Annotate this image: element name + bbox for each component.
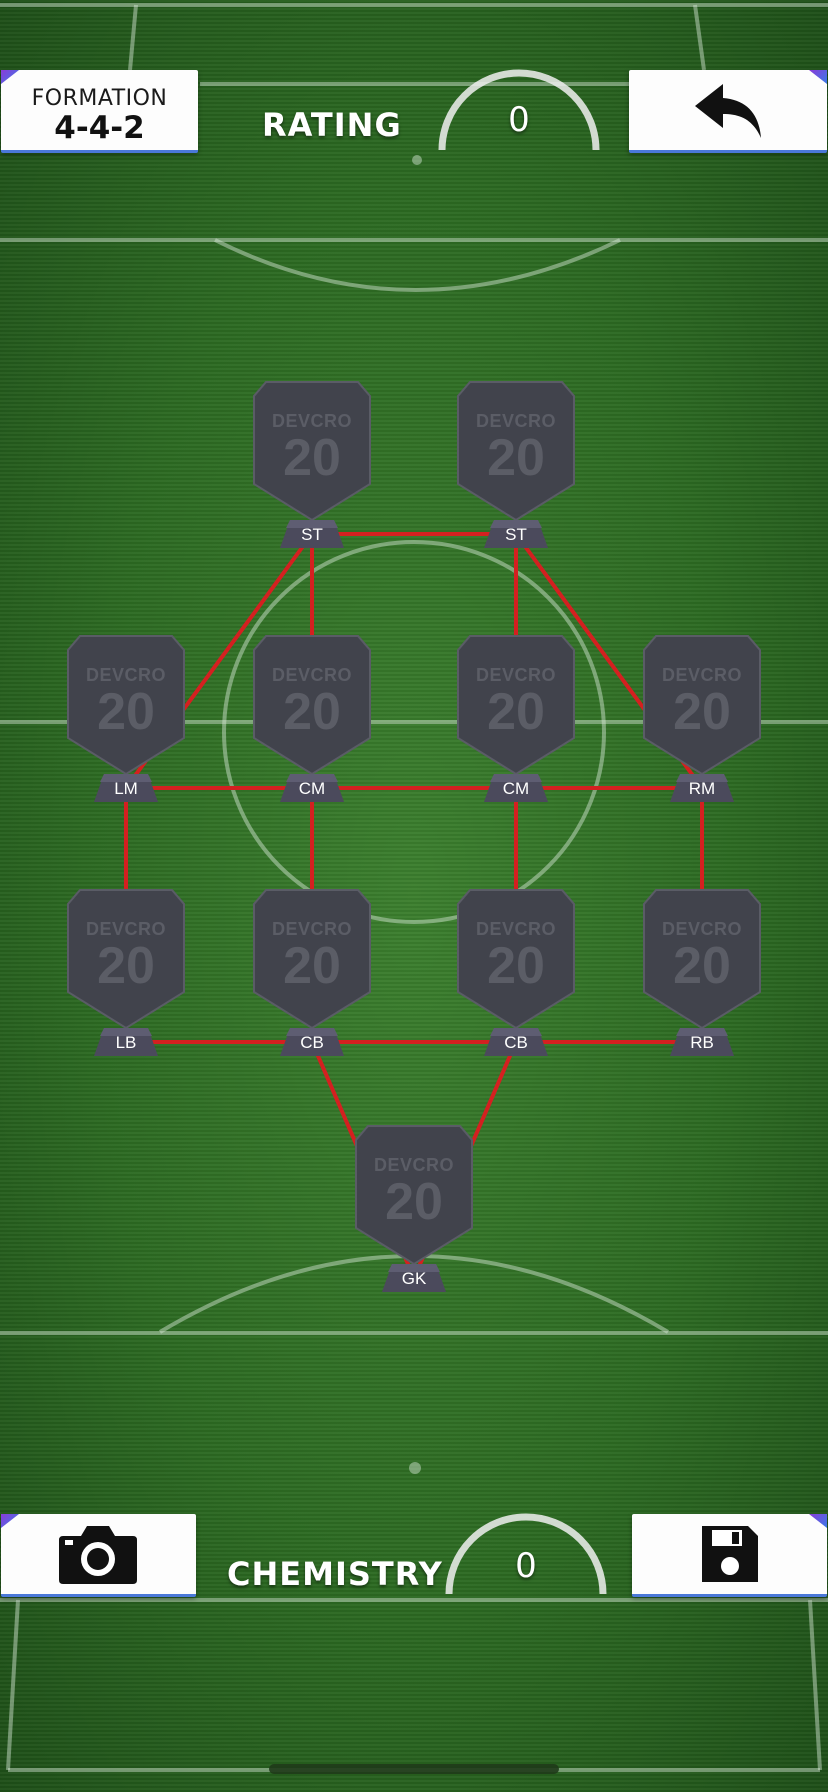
save-floppy-icon <box>702 1526 758 1582</box>
home-indicator <box>269 1764 559 1774</box>
undo-button[interactable] <box>629 70 827 153</box>
panel-corner-accent <box>1 70 19 84</box>
card-rating: 20 <box>385 1173 443 1231</box>
position-label: CB <box>504 1033 528 1052</box>
formation-value: 4-4-2 <box>54 110 145 146</box>
card-rating: 20 <box>487 937 545 995</box>
formation-button[interactable]: FORMATION 4-4-2 <box>1 70 198 153</box>
panel-corner-accent <box>809 70 827 84</box>
chemistry-gauge: 0 <box>441 1512 611 1602</box>
player-card-cm[interactable]: DEVCRO 20 CM <box>252 632 372 804</box>
rating-value: 0 <box>508 100 530 140</box>
chemistry-value: 0 <box>515 1546 537 1586</box>
chemistry-label: CHEMISTRY <box>227 1555 443 1593</box>
screenshot-button[interactable] <box>1 1514 196 1597</box>
save-button[interactable] <box>632 1514 827 1597</box>
formation-label: FORMATION <box>31 86 168 111</box>
player-card-cm[interactable]: DEVCRO 20 CM <box>456 632 576 804</box>
position-badge: CM <box>484 774 548 802</box>
position-label: CM <box>298 779 326 798</box>
position-label: LM <box>114 779 138 798</box>
position-label: CB <box>300 1033 324 1052</box>
card-rating: 20 <box>97 937 155 995</box>
position-badge: CB <box>484 1028 548 1056</box>
panel-corner-accent <box>809 1514 827 1528</box>
card-rating: 20 <box>487 429 545 487</box>
position-label: RB <box>690 1033 714 1052</box>
player-card-cb[interactable]: DEVCRO 20 CB <box>252 886 372 1058</box>
position-badge: CB <box>280 1028 344 1056</box>
position-badge: GK <box>382 1264 446 1292</box>
position-badge: CM <box>280 774 344 802</box>
rating-gauge: 0 <box>434 68 604 158</box>
position-label: RM <box>688 779 716 798</box>
player-card-rm[interactable]: DEVCRO 20 RM <box>642 632 762 804</box>
position-label: GK <box>401 1269 427 1288</box>
undo-arrow-icon <box>695 84 761 138</box>
rating-label: RATING <box>262 106 402 144</box>
position-badge: LM <box>94 774 158 802</box>
camera-icon <box>59 1526 137 1584</box>
card-rating: 20 <box>283 429 341 487</box>
position-label: ST <box>505 525 527 544</box>
player-card-lb[interactable]: DEVCRO 20 LB <box>66 886 186 1058</box>
card-rating: 20 <box>97 683 155 741</box>
panel-corner-accent <box>1 1514 19 1528</box>
card-rating: 20 <box>283 937 341 995</box>
player-card-st[interactable]: DEVCRO 20 ST <box>456 378 576 550</box>
position-label: CM <box>502 779 530 798</box>
position-label: LB <box>115 1033 137 1052</box>
player-card-gk[interactable]: DEVCRO 20 GK <box>354 1122 474 1294</box>
player-card-cb[interactable]: DEVCRO 20 CB <box>456 886 576 1058</box>
position-label: ST <box>301 525 323 544</box>
card-rating: 20 <box>487 683 545 741</box>
player-card-st[interactable]: DEVCRO 20 ST <box>252 378 372 550</box>
card-rating: 20 <box>673 683 731 741</box>
card-rating: 20 <box>283 683 341 741</box>
position-badge: RM <box>670 774 734 802</box>
position-badge: ST <box>280 520 344 548</box>
position-badge: RB <box>670 1028 734 1056</box>
player-card-lm[interactable]: DEVCRO 20 LM <box>66 632 186 804</box>
position-badge: LB <box>94 1028 158 1056</box>
position-badge: ST <box>484 520 548 548</box>
card-rating: 20 <box>673 937 731 995</box>
player-card-rb[interactable]: DEVCRO 20 RB <box>642 886 762 1058</box>
